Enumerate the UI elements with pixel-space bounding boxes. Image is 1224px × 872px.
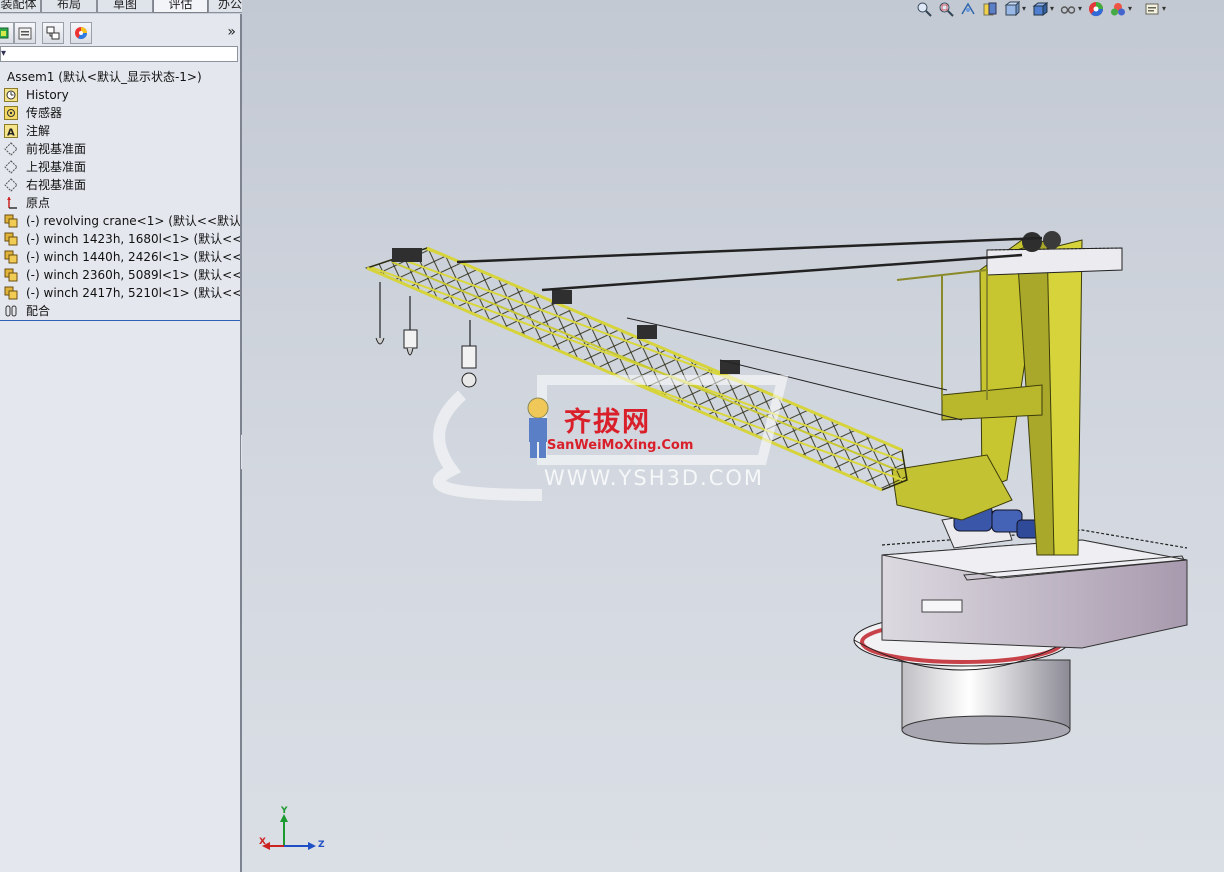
subassembly-icon	[4, 232, 18, 246]
svg-text:A: A	[7, 128, 15, 139]
tab-assembly[interactable]: 装配体	[0, 0, 41, 13]
tree-item-winch-3[interactable]: (-) winch 2360h, 5089l<1> (默认<<默	[0, 266, 240, 284]
tree-item-right-plane[interactable]: 右视基准面	[0, 176, 240, 194]
feature-manager-tab[interactable]	[0, 22, 14, 44]
subassembly-icon	[4, 250, 18, 264]
tab-evaluate[interactable]: 评估	[153, 0, 208, 13]
triad-z-label: Z	[318, 840, 325, 850]
graphics-viewport[interactable]: ▾ ▾ ▾ ▾ ▾ 齐拔网 SanWeiMoXing.Com WWW.YSH3D…	[242, 0, 1224, 872]
tree-filter-input[interactable]: ▾	[0, 46, 238, 62]
tree-item-mates[interactable]: 配合	[0, 302, 240, 320]
watermark-url-text: SanWeiMoXing.Com	[547, 438, 694, 453]
tab-sketch[interactable]: 草图	[97, 0, 153, 13]
tree-item-label: History	[26, 88, 69, 102]
tree-item-sensors[interactable]: 传感器	[0, 104, 240, 122]
subassembly-icon	[4, 214, 18, 228]
tree-root-assembly[interactable]: Assem1 (默认<默认_显示状态-1>)	[0, 68, 240, 86]
annotation-icon: A	[4, 124, 18, 138]
tab-layout[interactable]: 布局	[41, 0, 97, 13]
tree-item-label: 前视基准面	[26, 142, 87, 156]
panel-toolbar: »	[0, 22, 240, 46]
tree-end-line	[0, 320, 240, 321]
tree-item-annotations[interactable]: A 注解	[0, 122, 240, 140]
feature-manager-icon	[0, 27, 9, 39]
tree-item-label: (-) winch 2360h, 5089l<1> (默认<<默	[26, 268, 240, 282]
sensor-icon	[4, 106, 18, 120]
tree-item-winch-2[interactable]: (-) winch 1440h, 2426l<1> (默认<<默	[0, 248, 240, 266]
tree-item-label: 上视基准面	[26, 160, 87, 174]
a-frame-tower	[891, 231, 1123, 556]
tree-item-label: (-) revolving crane<1> (默认<<默认>	[26, 214, 240, 228]
triad-y-label: Y	[281, 806, 288, 816]
configuration-manager-icon	[46, 26, 60, 40]
configuration-manager-tab[interactable]	[42, 22, 64, 44]
tree-item-label: 右视基准面	[26, 178, 87, 192]
mates-icon	[5, 305, 17, 317]
tree-item-label: (-) winch 1423h, 1680l<1> (默认<<默	[26, 232, 240, 246]
watermark-site-text: WWW.YSH3D.COM	[544, 466, 765, 490]
plane-icon	[4, 160, 18, 174]
tree-item-label: 配合	[26, 304, 51, 318]
tree-root-label: Assem1 (默认<默认_显示状态-1>)	[7, 70, 202, 84]
property-manager-tab[interactable]	[14, 22, 36, 44]
expand-panel-button[interactable]: »	[227, 24, 236, 40]
tree-item-label: 传感器	[26, 106, 63, 120]
tree-item-revolving-crane[interactable]: (-) revolving crane<1> (默认<<默认>	[0, 212, 240, 230]
tree-item-winch-4[interactable]: (-) winch 2417h, 5210l<1> (默认<<默	[0, 284, 240, 302]
watermark-brand-text: 齐拔网	[564, 407, 651, 438]
triad-x-label: X	[259, 837, 266, 847]
tree-item-label: 原点	[26, 196, 51, 210]
tree-item-label: 注解	[26, 124, 51, 138]
display-manager-icon	[75, 27, 87, 40]
history-icon	[4, 88, 18, 102]
crane-model-render[interactable]	[242, 0, 1224, 872]
property-manager-icon	[18, 27, 32, 40]
plane-icon	[4, 178, 18, 192]
tree-item-origin[interactable]: 原点	[0, 194, 240, 212]
feature-manager-panel: » ▾ Assem1 (默认<默认_显示状态-1>) History 传感器 A…	[0, 14, 242, 872]
subassembly-icon	[4, 286, 18, 300]
filter-dropdown-icon[interactable]: ▾	[1, 47, 6, 61]
triad-axes-icon	[262, 814, 316, 850]
plane-icon	[4, 142, 18, 156]
tree-item-top-plane[interactable]: 上视基准面	[0, 158, 240, 176]
tree-item-front-plane[interactable]: 前视基准面	[0, 140, 240, 158]
reference-triad: Y X Z	[256, 806, 326, 860]
tree-item-winch-1[interactable]: (-) winch 1423h, 1680l<1> (默认<<默	[0, 230, 240, 248]
display-manager-tab[interactable]	[70, 22, 92, 44]
tree-item-label: (-) winch 2417h, 5210l<1> (默认<<默	[26, 286, 240, 300]
tree-item-history[interactable]: History	[0, 86, 240, 104]
subassembly-icon	[4, 268, 18, 282]
tree-item-label: (-) winch 1440h, 2426l<1> (默认<<默	[26, 250, 240, 264]
origin-icon	[7, 197, 17, 209]
